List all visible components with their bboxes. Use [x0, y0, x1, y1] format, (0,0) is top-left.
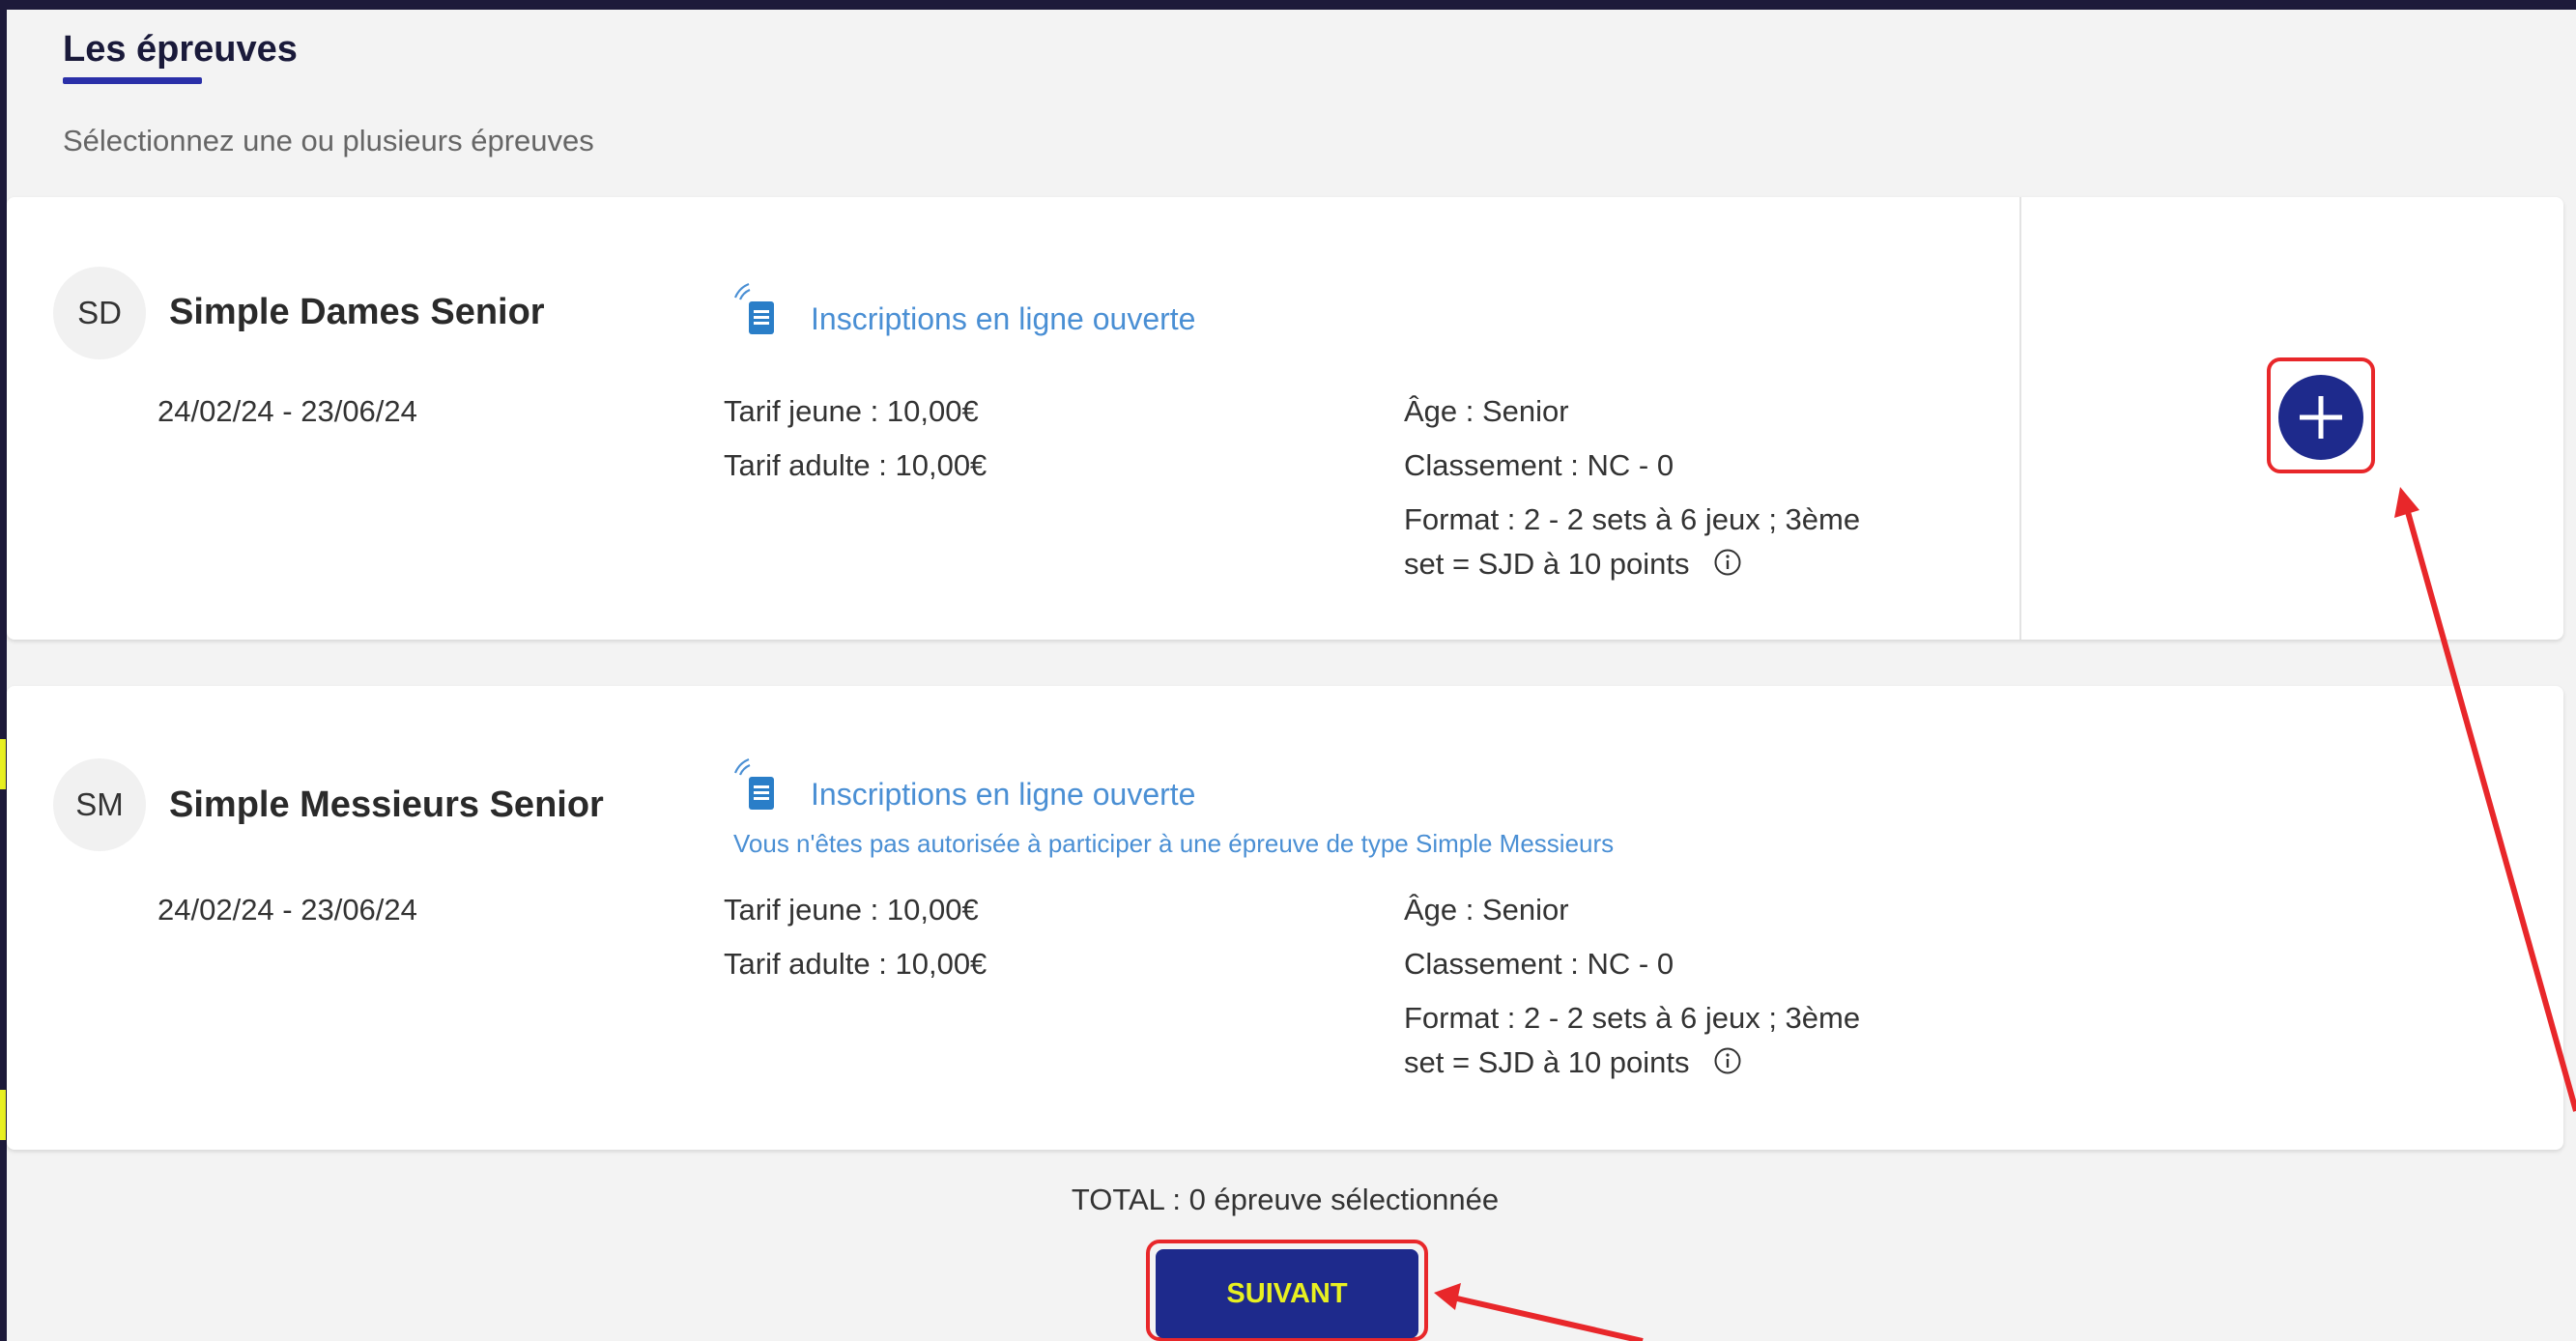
arrowhead-add: [2394, 487, 2419, 518]
arrowhead-next: [1434, 1283, 1461, 1310]
arrow-to-next-button: [1456, 1296, 1644, 1341]
annotation-arrows: [1434, 487, 2576, 1341]
arrow-to-add-button: [2405, 511, 2576, 1112]
